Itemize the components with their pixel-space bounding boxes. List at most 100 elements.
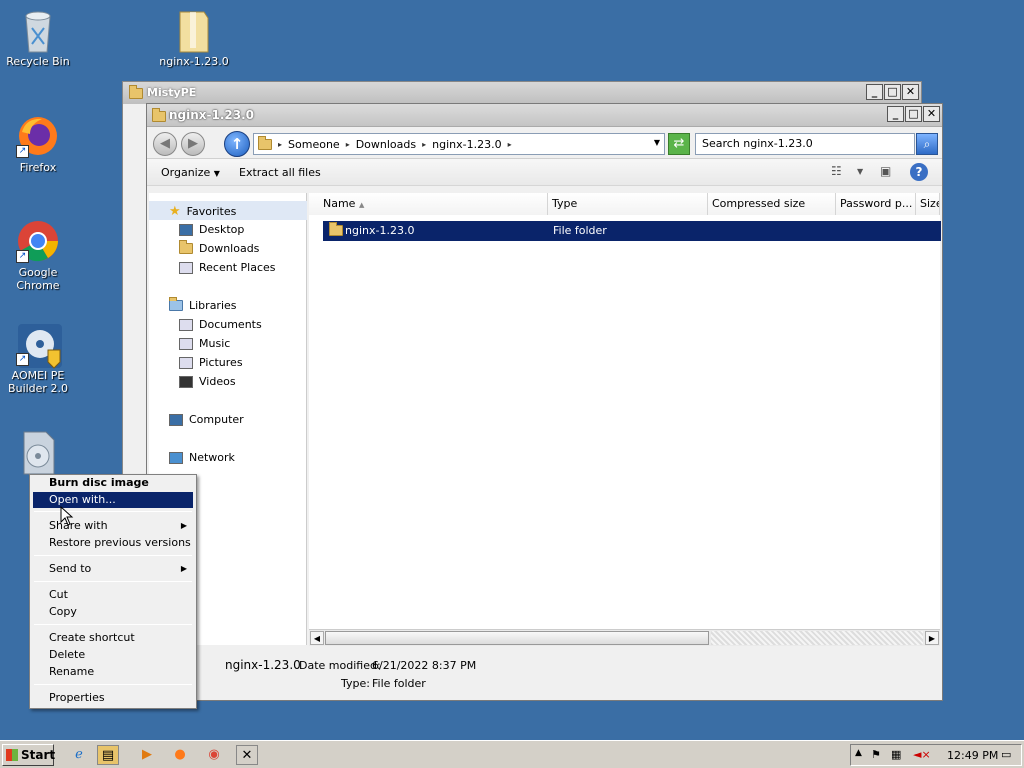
back-button[interactable]: ◀	[153, 132, 177, 156]
breadcrumb-someone[interactable]: Someone	[288, 138, 340, 151]
forward-button[interactable]: ▶	[181, 132, 205, 156]
close-button[interactable]: ✕	[923, 106, 940, 122]
organize-button[interactable]: Organize ▼	[161, 166, 220, 179]
start-button[interactable]: Start	[2, 744, 55, 766]
details-pane: nginx-1.23.0 Date modified: 6/21/2022 8:…	[149, 646, 940, 700]
desktop-icon-aomei[interactable]: ↗ AOMEI PE Builder 2.0	[0, 322, 78, 395]
help-icon[interactable]: ?	[910, 163, 928, 181]
view-options-icon[interactable]: ☷	[831, 164, 842, 178]
media-player-icon[interactable]: ▶	[136, 745, 158, 765]
nav-item-libraries[interactable]: Libraries	[169, 297, 237, 312]
network-tray-icon[interactable]: ▦	[891, 748, 901, 761]
desktop-icon-disc-image[interactable]	[0, 430, 78, 477]
window-title: nginx-1.23.0	[169, 108, 255, 122]
explorer-window[interactable]: nginx-1.23.0 _ □ ✕ ◀ ▶ ↑ ▸ Someone ▸ Dow…	[146, 103, 943, 701]
menu-item-burn-disc-image[interactable]: Burn disc image	[33, 475, 193, 491]
scrollbar-thumb[interactable]	[325, 631, 709, 645]
background-window-titlebar[interactable]: MistyPE _ □ ✕	[123, 82, 921, 104]
disc-image-icon	[16, 430, 60, 475]
explorer-taskbar-icon[interactable]: ▤	[97, 745, 119, 765]
show-desktop-icon[interactable]: ▭	[1001, 748, 1011, 761]
shortcut-arrow-icon: ↗	[16, 250, 29, 263]
scroll-left-icon[interactable]: ◀	[310, 631, 324, 645]
desktop-icon-nginx-zip[interactable]: nginx-1.23.0	[154, 8, 234, 68]
chevron-down-icon[interactable]: ▼	[857, 167, 863, 176]
nav-item-videos[interactable]: Videos	[179, 375, 236, 388]
window-titlebar[interactable]: nginx-1.23.0 _ □ ✕	[147, 104, 942, 127]
chevron-up-icon[interactable]: ▲	[855, 748, 862, 758]
refresh-button[interactable]: ⇄	[668, 133, 690, 155]
chevron-right-icon[interactable]: ▸	[508, 140, 512, 149]
breadcrumb-nginx[interactable]: nginx-1.23.0	[432, 138, 501, 151]
column-header-compressed-size[interactable]: Compressed size	[708, 193, 836, 215]
minimize-button[interactable]: _	[866, 84, 883, 100]
close-button[interactable]: ✕	[902, 84, 919, 100]
nav-item-downloads[interactable]: Downloads	[179, 240, 259, 255]
music-icon	[179, 337, 193, 350]
menu-item-cut[interactable]: Cut	[33, 587, 193, 603]
nav-item-computer[interactable]: Computer	[169, 413, 244, 426]
background-window-title: MistyPE	[147, 86, 197, 99]
nav-item-network[interactable]: Network	[169, 451, 235, 464]
extract-all-button[interactable]: Extract all files	[239, 166, 321, 179]
menu-separator	[34, 684, 192, 685]
menu-item-share-with[interactable]: Share with ▶	[33, 518, 193, 534]
minimize-button[interactable]: _	[887, 106, 904, 122]
column-header-type[interactable]: Type	[548, 193, 708, 215]
nav-item-music[interactable]: Music	[179, 337, 230, 350]
column-header-size[interactable]: Size	[916, 193, 940, 215]
maximize-button[interactable]: □	[905, 106, 922, 122]
nav-item-recent-places[interactable]: Recent Places	[179, 261, 276, 274]
preview-pane-icon[interactable]: ▣	[880, 164, 891, 178]
breadcrumb-downloads[interactable]: Downloads	[356, 138, 416, 151]
sort-up-icon: ▲	[358, 201, 365, 209]
navigation-bar: ◀ ▶ ↑ ▸ Someone ▸ Downloads ▸ nginx-1.23…	[147, 127, 942, 159]
up-button[interactable]: ↑	[224, 131, 250, 157]
chrome-taskbar-icon[interactable]: ◉	[203, 745, 225, 765]
nav-item-favorites[interactable]: ★ Favorites	[169, 204, 236, 219]
column-header-password-protected[interactable]: Password p...	[836, 193, 916, 215]
tools-icon[interactable]: ✕	[236, 745, 258, 765]
desktop-icon-chrome[interactable]: ↗ Google Chrome	[0, 219, 78, 292]
menu-item-delete[interactable]: Delete	[33, 647, 193, 663]
menu-item-open-with[interactable]: Open with...	[33, 492, 193, 508]
menu-item-restore-previous-versions[interactable]: Restore previous versions	[33, 535, 193, 551]
documents-icon	[179, 318, 193, 331]
nav-label: Videos	[199, 375, 236, 388]
chevron-right-icon[interactable]: ▸	[278, 140, 282, 149]
scrollbar-track[interactable]	[711, 631, 923, 645]
folder-icon	[329, 222, 343, 236]
horizontal-scrollbar[interactable]: ◀ ▶	[309, 629, 940, 646]
nav-item-documents[interactable]: Documents	[179, 318, 262, 331]
desktop-icon-firefox[interactable]: ↗ Firefox	[0, 114, 78, 174]
address-bar[interactable]: ▸ Someone ▸ Downloads ▸ nginx-1.23.0 ▸ ▼	[253, 133, 665, 155]
scroll-right-icon[interactable]: ▶	[925, 631, 939, 645]
menu-separator	[34, 581, 192, 582]
menu-item-rename[interactable]: Rename	[33, 664, 193, 680]
nav-item-pictures[interactable]: Pictures	[179, 356, 243, 369]
desktop-icon-recycle-bin[interactable]: Recycle Bin	[0, 8, 78, 68]
chevron-down-icon[interactable]: ▼	[654, 138, 660, 147]
table-row[interactable]: nginx-1.23.0 File folder	[323, 221, 941, 241]
column-header-name[interactable]: Name ▲	[309, 193, 548, 215]
menu-item-create-shortcut[interactable]: Create shortcut	[33, 630, 193, 646]
details-name: nginx-1.23.0	[225, 658, 301, 672]
flag-icon[interactable]: ⚑	[871, 748, 881, 761]
firefox-taskbar-icon[interactable]: ●	[169, 745, 191, 765]
videos-icon	[179, 375, 193, 388]
internet-explorer-icon[interactable]: ℯ	[68, 745, 90, 765]
search-input[interactable]: Search nginx-1.23.0	[695, 133, 915, 155]
chevron-right-icon[interactable]: ▸	[346, 140, 350, 149]
menu-item-properties[interactable]: Properties	[33, 690, 193, 706]
menu-item-send-to[interactable]: Send to ▶	[33, 561, 193, 577]
maximize-button[interactable]: □	[884, 84, 901, 100]
file-list[interactable]: Name ▲ Type Compressed size Password p..…	[309, 193, 941, 645]
nav-item-desktop[interactable]: Desktop	[179, 223, 244, 236]
menu-item-copy[interactable]: Copy	[33, 604, 193, 620]
nav-label: Recent Places	[199, 261, 276, 274]
volume-muted-icon[interactable]: ◄×	[913, 748, 931, 761]
windows-logo-icon	[6, 749, 18, 761]
clock[interactable]: 12:49 PM	[947, 749, 998, 762]
chevron-right-icon[interactable]: ▸	[422, 140, 426, 149]
search-icon[interactable]: ⌕	[916, 133, 938, 155]
